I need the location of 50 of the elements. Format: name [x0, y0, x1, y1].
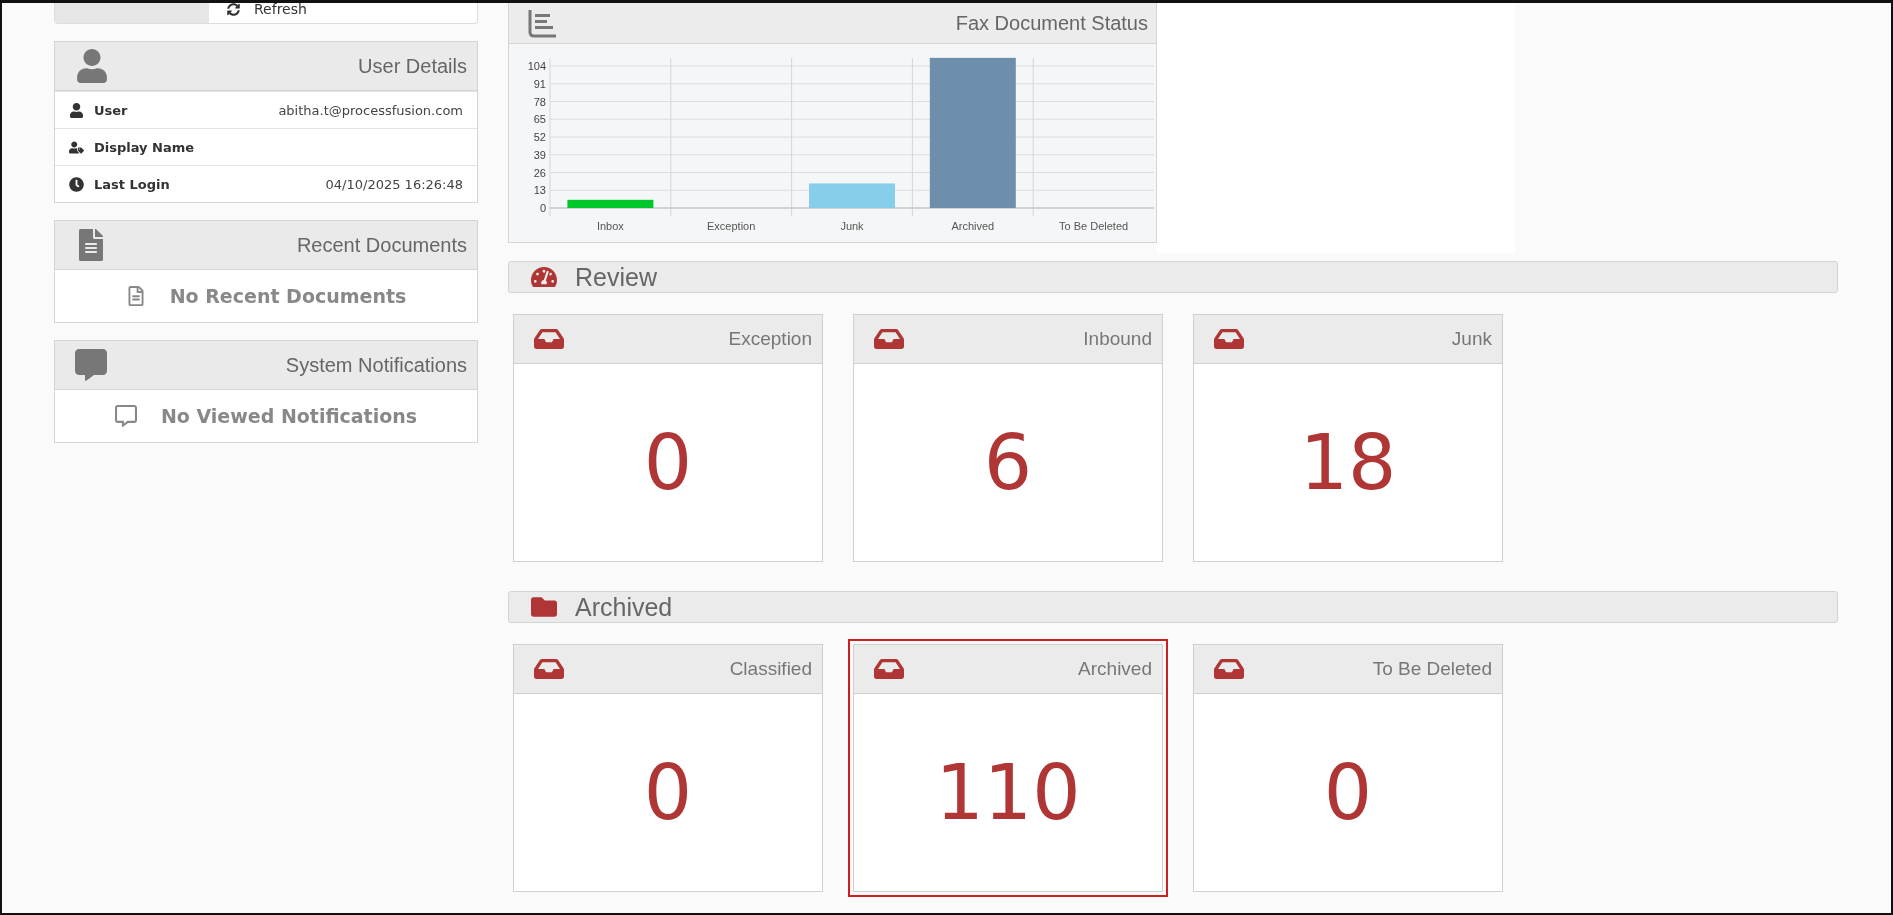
y-tick-label: 26 — [533, 166, 546, 179]
y-tick-label: 13 — [533, 184, 546, 197]
empty-message: No Viewed Notifications — [160, 405, 418, 427]
chart-icon — [527, 8, 557, 38]
y-tick-label: 39 — [533, 148, 546, 161]
x-axis-label: Inbox — [596, 220, 624, 232]
empty-message: No Recent Documents — [169, 285, 407, 307]
clock-icon — [69, 176, 84, 192]
y-tick-label: 52 — [533, 131, 546, 143]
card-title: Junk — [1451, 328, 1492, 350]
card-title: Archived — [1078, 658, 1152, 680]
count-card[interactable]: Archived 110 — [848, 639, 1168, 897]
count-value: 0 — [643, 748, 693, 837]
x-axis-label: Archived — [951, 220, 995, 232]
folder-icon — [531, 594, 557, 620]
user-icon — [75, 49, 109, 83]
user-tag-icon — [69, 139, 84, 155]
count-value: 0 — [643, 418, 693, 507]
y-tick-label: 0 — [539, 202, 546, 214]
card-title: To Be Deleted — [1372, 658, 1492, 680]
panel-title: Fax Document Status — [955, 11, 1148, 35]
x-axis-label: Junk — [840, 220, 864, 232]
panel-title: System Notifications — [285, 353, 467, 377]
field-label: Last Login — [94, 176, 171, 192]
field-value: abitha.t@processfusion.com — [278, 102, 463, 118]
card-title: Inbound — [1083, 328, 1152, 350]
comment-icon — [75, 349, 107, 381]
card-title: Exception — [728, 328, 812, 350]
section-title: Review — [575, 262, 657, 292]
section-title: Archived — [575, 592, 673, 622]
panel-title: User Details — [358, 54, 467, 78]
y-tick-label: 78 — [533, 95, 546, 108]
y-tick-label: 65 — [533, 113, 546, 126]
count-value: 18 — [1299, 418, 1397, 507]
field-value: 04/10/2025 16:26:48 — [325, 176, 463, 192]
gauge-icon — [531, 264, 557, 290]
user-icon — [69, 102, 84, 118]
field-label: Display Name — [94, 139, 196, 155]
y-tick-label: 91 — [533, 77, 546, 90]
refresh-icon — [227, 3, 240, 16]
y-tick-label: 104 — [527, 60, 546, 73]
x-axis-label: Exception — [707, 220, 756, 232]
count-value: 0 — [1323, 748, 1373, 837]
card-title: Classified — [729, 658, 812, 680]
field-label: User — [94, 102, 129, 118]
comment-icon — [114, 405, 137, 427]
count-value: 110 — [935, 748, 1081, 837]
count-value: 6 — [983, 418, 1033, 507]
panel-title: Recent Documents — [296, 233, 467, 257]
x-axis-label: To Be Deleted — [1059, 220, 1129, 232]
